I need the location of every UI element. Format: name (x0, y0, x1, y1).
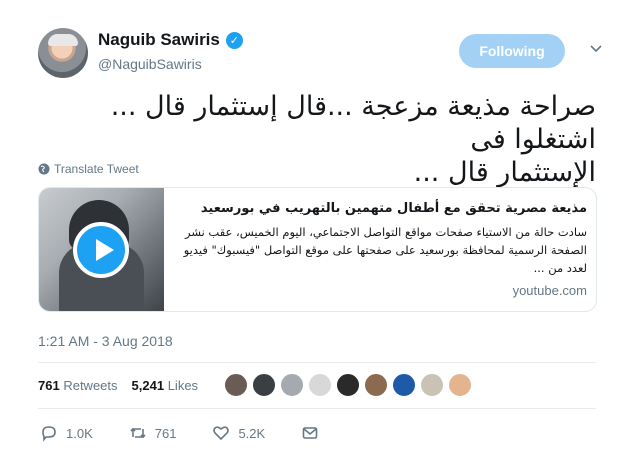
divider (38, 362, 596, 363)
divider (38, 408, 596, 409)
liker-avatar[interactable] (280, 373, 304, 397)
liker-avatar[interactable] (224, 373, 248, 397)
globe-icon (38, 163, 50, 175)
card-domain: youtube.com (512, 283, 587, 298)
card-title: مذيعة مصرية تحقق مع أطفال متهمين بالتهري… (200, 201, 587, 216)
reply-icon (42, 426, 56, 442)
reply-button[interactable]: 1.0K (40, 424, 93, 442)
author-display-name[interactable]: Naguib Sawiris (98, 30, 220, 50)
envelope-icon (302, 427, 318, 439)
liker-avatar[interactable] (308, 373, 332, 397)
card-text: مذيعة مصرية تحقق مع أطفال متهمين بالتهري… (175, 200, 587, 277)
retweet-icon (130, 427, 146, 439)
retweets-label: Retweets (63, 378, 118, 393)
verified-badge-icon: ✓ (225, 31, 243, 49)
chevron-down-icon[interactable] (586, 40, 606, 60)
tweet-actions: 1.0K 761 5.2K (40, 424, 355, 442)
retweets-stat[interactable]: 761 Retweets (38, 378, 118, 393)
likes-stat[interactable]: 5,241 Likes (132, 378, 199, 393)
translate-tweet-label[interactable]: Translate Tweet (54, 162, 139, 176)
liker-avatar[interactable] (448, 373, 472, 397)
direct-message-button[interactable] (301, 424, 319, 442)
liker-avatar[interactable] (364, 373, 388, 397)
link-preview-card[interactable]: مذيعة مصرية تحقق مع أطفال متهمين بالتهري… (38, 187, 597, 312)
tweet-stats: 761 Retweets 5,241 Likes (38, 378, 198, 393)
likes-label: Likes (167, 378, 199, 393)
following-button[interactable]: Following (459, 34, 565, 68)
play-icon[interactable] (73, 222, 129, 278)
liker-avatar[interactable] (252, 373, 276, 397)
liker-avatar[interactable] (336, 373, 360, 397)
liker-avatar[interactable] (420, 373, 444, 397)
like-button[interactable]: 5.2K (212, 424, 265, 442)
author-avatar[interactable] (38, 28, 88, 78)
heart-icon (213, 426, 230, 441)
like-count: 5.2K (238, 425, 266, 441)
tweet-timestamp[interactable]: 1:21 AM - 3 Aug 2018 (38, 333, 173, 349)
translate-tweet-link[interactable]: Translate Tweet (38, 162, 139, 176)
retweet-count: 761 (154, 425, 177, 441)
retweets-count: 761 (38, 378, 60, 393)
author-handle[interactable]: @NaguibSawiris (98, 56, 202, 72)
liker-avatar[interactable] (392, 373, 416, 397)
likes-count: 5,241 (131, 378, 165, 393)
tweet-text-line-1: صراحة مذيعة مزعجة ...قال إستثمار قال ...… (110, 91, 596, 155)
video-thumbnail[interactable] (39, 188, 164, 311)
retweet-button[interactable]: 761 (129, 424, 177, 442)
reply-count: 1.0K (66, 425, 93, 441)
card-description: سادت حالة من الاستياء صفحات مواقع التواص… (183, 225, 587, 275)
author-name-row: Naguib Sawiris ✓ (98, 30, 243, 50)
liker-avatars (224, 373, 472, 397)
tweet-header: Naguib Sawiris ✓ @NaguibSawiris Followin… (38, 28, 608, 80)
